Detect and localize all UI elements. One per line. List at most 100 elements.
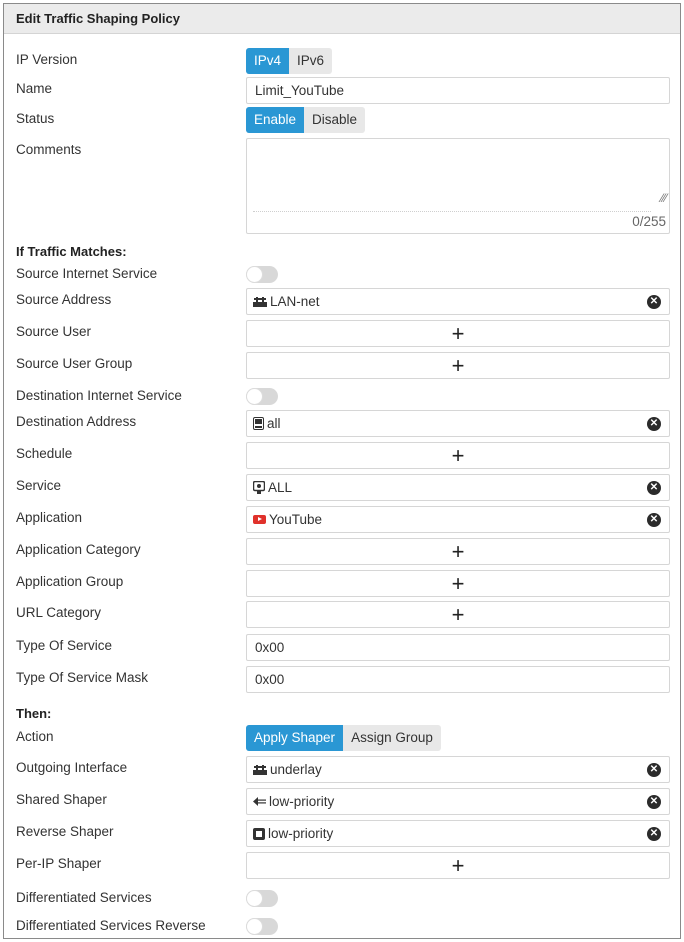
application-label: Application	[16, 510, 83, 525]
type-of-service-row: Type Of Service 0x00	[16, 634, 670, 661]
address-icon	[253, 417, 264, 430]
type-of-service-mask-input[interactable]: 0x00	[246, 666, 670, 693]
apply-shaper-option[interactable]: Apply Shaper	[246, 725, 344, 751]
schedule-field[interactable]: +	[246, 442, 670, 469]
then-section-title: Then:	[16, 706, 52, 721]
interface-icon	[253, 297, 267, 307]
status-row: Status Enable Disable	[16, 107, 670, 133]
matches-section-row: If Traffic Matches:	[16, 240, 670, 261]
outgoing-interface-field[interactable]: underlay ✕	[246, 756, 670, 783]
action-toggle: Apply Shaper Assign Group	[246, 725, 441, 751]
name-input[interactable]: Limit_YouTube	[246, 77, 670, 104]
source-address-label: Source Address	[16, 292, 112, 307]
youtube-icon	[253, 515, 266, 524]
add-icon[interactable]: +	[452, 572, 465, 595]
service-value: ALL	[268, 480, 293, 495]
shared-shaper-field[interactable]: low-priority ✕	[246, 788, 670, 815]
shared-shaper-value: low-priority	[269, 794, 335, 809]
url-category-row: URL Category +	[16, 601, 670, 628]
service-icon	[253, 481, 265, 494]
edit-traffic-shaping-policy-dialog: Edit Traffic Shaping Policy IP Version I…	[3, 3, 681, 939]
application-field[interactable]: YouTube ✕	[246, 506, 670, 533]
destination-internet-service-row: Destination Internet Service	[16, 384, 670, 405]
ipv4-option[interactable]: IPv4	[246, 48, 290, 74]
ip-version-toggle: IPv4 IPv6	[246, 48, 333, 74]
application-group-field[interactable]: +	[246, 570, 670, 597]
application-row: Application YouTube ✕	[16, 506, 670, 533]
source-internet-service-toggle[interactable]	[246, 266, 278, 283]
application-entry[interactable]: YouTube	[253, 512, 322, 527]
add-icon[interactable]: +	[452, 854, 465, 877]
type-of-service-mask-label: Type Of Service Mask	[16, 670, 149, 685]
dialog-title: Edit Traffic Shaping Policy	[4, 4, 680, 34]
source-address-entry[interactable]: LAN-net	[253, 294, 320, 309]
ip-version-label: IP Version	[16, 52, 78, 67]
remove-service-icon[interactable]: ✕	[647, 481, 661, 495]
destination-address-label: Destination Address	[16, 414, 137, 429]
remove-shared-shaper-icon[interactable]: ✕	[647, 795, 661, 809]
add-icon[interactable]: +	[452, 540, 465, 563]
add-icon[interactable]: +	[452, 354, 465, 377]
type-of-service-input[interactable]: 0x00	[246, 634, 670, 661]
ipv6-option[interactable]: IPv6	[289, 48, 332, 74]
assign-group-option[interactable]: Assign Group	[343, 725, 441, 751]
outgoing-interface-row: Outgoing Interface underlay ✕	[16, 756, 670, 783]
status-toggle: Enable Disable	[246, 107, 366, 133]
add-icon[interactable]: +	[452, 603, 465, 626]
application-category-field[interactable]: +	[246, 538, 670, 565]
source-address-value: LAN-net	[270, 294, 320, 309]
outgoing-interface-entry[interactable]: underlay	[253, 762, 322, 777]
per-ip-shaper-row: Per-IP Shaper +	[16, 852, 670, 879]
destination-address-field[interactable]: all ✕	[246, 410, 670, 437]
matches-section-title: If Traffic Matches:	[16, 244, 127, 259]
source-address-field[interactable]: LAN-net ✕	[246, 288, 670, 315]
name-label: Name	[16, 81, 53, 96]
interface-icon	[253, 765, 267, 775]
reverse-shaper-icon	[253, 827, 265, 840]
remove-application-icon[interactable]: ✕	[647, 513, 661, 527]
differentiated-services-row: Differentiated Services	[16, 886, 670, 907]
shared-shaper-entry[interactable]: low-priority	[253, 794, 334, 809]
application-category-label: Application Category	[16, 542, 141, 557]
add-icon[interactable]: +	[452, 322, 465, 345]
differentiated-services-toggle[interactable]	[246, 890, 278, 907]
enable-option[interactable]: Enable	[246, 107, 305, 133]
source-user-group-row: Source User Group +	[16, 352, 670, 379]
outgoing-interface-value: underlay	[270, 762, 322, 777]
application-value: YouTube	[269, 512, 323, 527]
ip-version-row: IP Version IPv4 IPv6	[16, 48, 670, 74]
service-row: Service ALL ✕	[16, 474, 670, 501]
url-category-field[interactable]: +	[246, 601, 670, 628]
destination-internet-service-label: Destination Internet Service	[16, 388, 182, 403]
source-user-field[interactable]: +	[246, 320, 670, 347]
status-label: Status	[16, 111, 55, 126]
reverse-shaper-field[interactable]: low-priority ✕	[246, 820, 670, 847]
remove-reverse-shaper-icon[interactable]: ✕	[647, 827, 661, 841]
remove-source-address-icon[interactable]: ✕	[647, 295, 661, 309]
per-ip-shaper-field[interactable]: +	[246, 852, 670, 879]
then-section-row: Then:	[16, 702, 670, 723]
remove-outgoing-interface-icon[interactable]: ✕	[647, 763, 661, 777]
remove-destination-address-icon[interactable]: ✕	[647, 417, 661, 431]
type-of-service-label: Type Of Service	[16, 638, 113, 653]
reverse-shaper-row: Reverse Shaper low-priority ✕	[16, 820, 670, 847]
character-counter: 0/255	[632, 214, 666, 229]
comments-textarea[interactable]: ⁄⁄⁄ 0/255	[246, 138, 670, 234]
destination-address-entry[interactable]: all	[253, 416, 281, 431]
service-field[interactable]: ALL ✕	[246, 474, 670, 501]
service-entry[interactable]: ALL	[253, 480, 292, 495]
application-category-row: Application Category +	[16, 538, 670, 565]
comments-row: Comments ⁄⁄⁄ 0/255	[16, 138, 670, 234]
action-row: Action Apply Shaper Assign Group	[16, 725, 670, 751]
source-user-group-label: Source User Group	[16, 356, 133, 371]
source-user-label: Source User	[16, 324, 92, 339]
differentiated-services-reverse-toggle[interactable]	[246, 918, 278, 935]
source-user-group-field[interactable]: +	[246, 352, 670, 379]
differentiated-services-reverse-row: Differentiated Services Reverse	[16, 914, 670, 935]
add-icon[interactable]: +	[452, 444, 465, 467]
destination-internet-service-toggle[interactable]	[246, 388, 278, 405]
reverse-shaper-entry[interactable]: low-priority	[253, 826, 333, 841]
shaper-icon	[253, 797, 266, 806]
resize-handle-icon[interactable]: ⁄⁄⁄	[661, 191, 667, 205]
disable-option[interactable]: Disable	[304, 107, 365, 133]
